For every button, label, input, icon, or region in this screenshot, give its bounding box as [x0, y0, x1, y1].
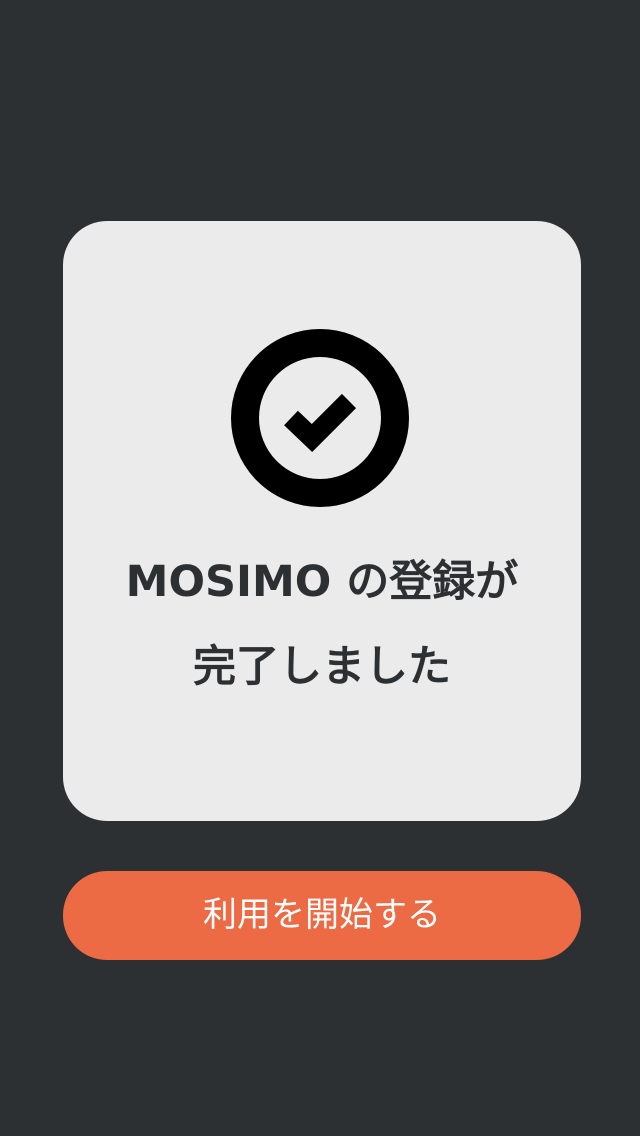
completion-message-line2: 完了しました — [193, 642, 451, 692]
completion-message-line1: MOSIMO の登録が — [125, 557, 519, 607]
registration-complete-screen: MOSIMO の登録が 完了しました 利用を開始する — [0, 0, 640, 1136]
check-circle-icon — [231, 329, 409, 507]
completion-card — [63, 221, 581, 821]
start-using-button[interactable]: 利用を開始する — [63, 871, 581, 960]
